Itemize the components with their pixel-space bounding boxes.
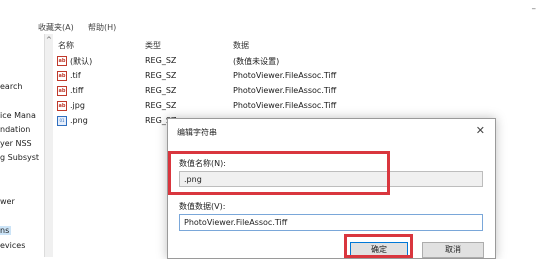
binary-value-icon: 01 [57, 116, 67, 126]
row-type: REG_SZ [145, 86, 177, 95]
string-value-icon: ab [57, 71, 67, 81]
tree-item[interactable]: earch [0, 82, 22, 91]
row-name: .tiff [70, 86, 84, 95]
tree-item-selected[interactable]: ns [0, 226, 12, 235]
list-row[interactable]: ab .jpg REG_SZ PhotoViewer.FileAssoc.Tif… [53, 100, 544, 114]
string-value-icon: ab [57, 101, 67, 111]
row-data: (数值未设置) [233, 57, 280, 66]
row-name: .tif [70, 71, 81, 80]
registry-key-tree: earch ice Mana ndation yer NSS g Subsyst… [0, 34, 46, 257]
column-header-type[interactable]: 类型 [145, 40, 161, 51]
cancel-button[interactable]: 取消 [422, 242, 484, 258]
row-name: (默认) [70, 57, 93, 66]
row-type: REG_SZ [145, 71, 177, 80]
tree-item[interactable]: ice Mana [0, 111, 36, 120]
minimize-icon[interactable]: – [532, 4, 537, 14]
menu-bar: 收藏夹(A) 帮助(H) – [0, 0, 544, 34]
value-data-field[interactable] [179, 214, 483, 231]
row-type: REG_SZ [145, 56, 177, 65]
tree-scrollbar[interactable]: ^ [44, 34, 53, 257]
tree-item[interactable]: ndation [0, 125, 30, 134]
tree-item[interactable]: evices [0, 241, 25, 250]
highlight-box-name [168, 151, 390, 195]
column-header-data[interactable]: 数据 [233, 40, 249, 51]
row-data: PhotoViewer.FileAssoc.Tiff [233, 86, 337, 95]
close-icon[interactable]: ✕ [476, 124, 485, 137]
scroll-up-arrow-icon[interactable]: ^ [46, 36, 52, 44]
list-row[interactable]: ab .tif REG_SZ PhotoViewer.FileAssoc.Tif… [53, 70, 544, 84]
string-value-icon: ab [57, 56, 67, 66]
row-name: .png [70, 116, 88, 125]
row-data: PhotoViewer.FileAssoc.Tiff [233, 71, 337, 80]
list-row[interactable]: ab .tiff REG_SZ PhotoViewer.FileAssoc.Ti… [53, 85, 544, 99]
list-row[interactable]: ab (默认) REG_SZ (数值未设置) [53, 55, 544, 69]
column-header-name[interactable]: 名称 [58, 40, 74, 51]
tree-item[interactable]: wer [0, 197, 15, 206]
menu-item-help[interactable]: 帮助(H) [88, 22, 116, 33]
row-data: PhotoViewer.FileAssoc.Tiff [233, 101, 337, 110]
row-type: REG_SZ [145, 101, 177, 110]
value-data-label: 数值数据(V): [179, 202, 226, 211]
tree-item[interactable]: yer NSS [0, 139, 32, 148]
dialog-title: 编辑字符串 [177, 128, 217, 137]
tree-item[interactable]: g Subsyst [0, 153, 39, 162]
menu-item-favorites[interactable]: 收藏夹(A) [38, 22, 74, 33]
edit-string-dialog: 编辑字符串 ✕ 数值名称(N): 数值数据(V): 确定 取消 [167, 118, 496, 259]
highlight-box-ok [344, 234, 413, 258]
row-name: .jpg [70, 101, 85, 110]
string-value-icon: ab [57, 86, 67, 96]
